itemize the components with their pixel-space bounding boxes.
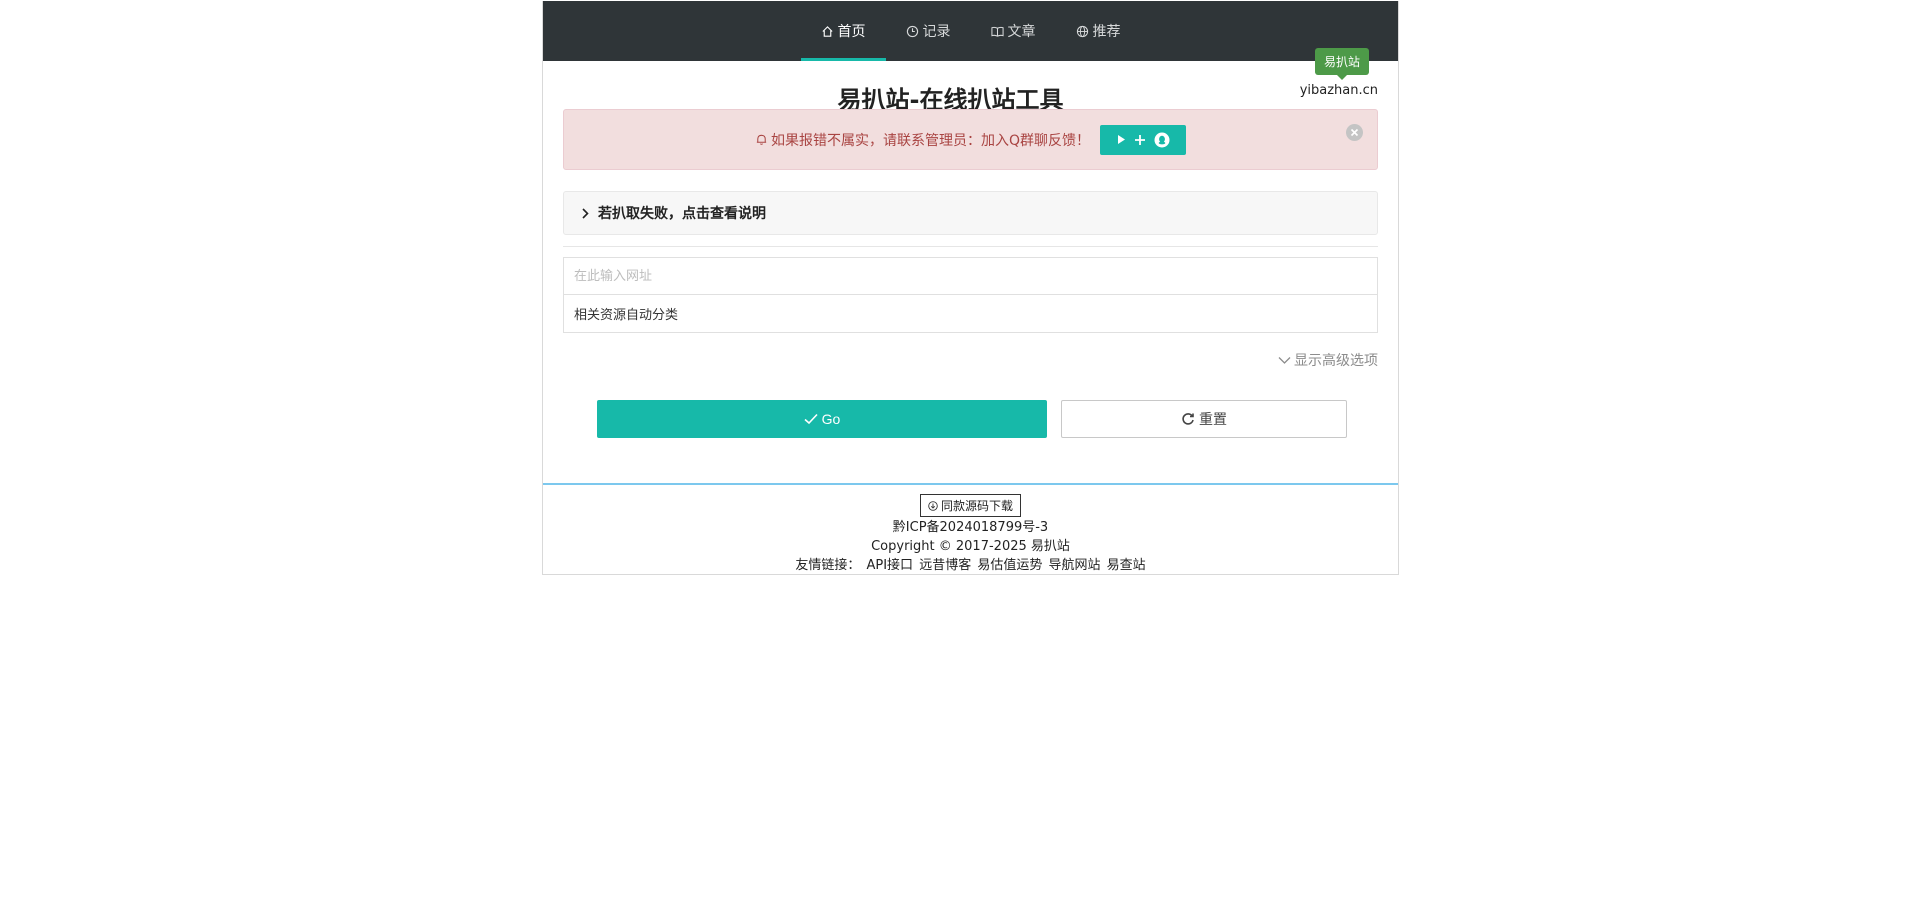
join-qq-group-button[interactable] [1100,124,1187,155]
bell-icon [756,134,767,145]
nav-item-records[interactable]: 记录 [886,1,971,61]
advanced-options-toggle[interactable]: 显示高级选项 [1278,350,1378,370]
nav-item-label: 记录 [922,24,951,40]
chevron-down-icon [1278,356,1291,364]
alert-message: 如果报错不属实，请联系管理员：加入Q群聊反馈！ [755,130,1090,150]
nav-item-label: 推荐 [1092,24,1121,40]
advanced-options-label: 显示高级选项 [1294,353,1378,369]
alert-banner: 如果报错不属实，请联系管理员：加入Q群聊反馈！ [563,109,1378,170]
friend-links: 友情链接： API接口 远昔博客 易估值运势 导航网站 易查站 [543,557,1398,574]
friend-link-api[interactable]: API接口 [866,558,913,573]
nav-item-label: 首页 [837,24,866,40]
top-nav: 首页 记录 文章 推荐 [543,1,1398,61]
friend-link-blog[interactable]: 远昔博客 [919,558,971,573]
divider [563,246,1378,247]
chevron-right-icon [582,207,589,219]
qq-icon [1154,132,1170,147]
check-icon [804,413,818,425]
alert-close-button[interactable] [1346,124,1363,141]
nav-item-recommend[interactable]: 推荐 [1056,1,1141,61]
alert-text: 如果报错不属实，请联系管理员：加入Q群聊反馈！ [770,132,1091,149]
go-button-label: Go [821,411,841,427]
go-button[interactable]: Go [597,400,1047,438]
category-select[interactable]: 相关资源自动分类 [563,295,1378,333]
main-container: 首页 记录 文章 推荐 易扒站 yibazhan.cn 易扒站-在线扒站工具 如… [542,1,1399,575]
failure-help-toggle[interactable]: 若扒取失败，点击查看说明 [563,191,1378,235]
globe-icon [1076,25,1088,37]
category-select-value: 相关资源自动分类 [574,308,679,323]
friend-link-nav[interactable]: 导航网站 [1049,558,1101,573]
copyright: Copyright © 2017-2025 易扒站 [871,539,1070,554]
friend-links-label: 友情链接： [795,558,861,573]
clock-icon [906,25,918,37]
plus-icon [1135,134,1146,145]
brand-tag: 易扒站 [1314,48,1369,80]
reset-button-label: 重置 [1199,411,1227,427]
nav-item-articles[interactable]: 文章 [971,1,1056,61]
download-icon [928,500,938,511]
book-icon [990,26,1004,37]
source-download-label: 同款源码下载 [940,499,1013,513]
play-icon [1118,135,1126,144]
footer: 同款源码下载 黔ICP备2024018799号-3 Copyright © 20… [543,483,1398,574]
friend-link-fortune[interactable]: 易估值运势 [977,558,1042,573]
reset-button[interactable]: 重置 [1061,400,1347,438]
close-icon [1350,128,1359,137]
refresh-icon [1182,413,1194,425]
source-download-button[interactable]: 同款源码下载 [919,494,1021,517]
icp-license[interactable]: 黔ICP备2024018799号-3 [543,519,1398,536]
home-icon [821,25,833,37]
failure-help-label: 若扒取失败，点击查看说明 [598,206,766,222]
nav-item-label: 文章 [1007,24,1036,40]
nav-item-home[interactable]: 首页 [800,1,886,61]
url-input[interactable] [563,257,1378,295]
friend-link-search[interactable]: 易查站 [1107,558,1146,573]
